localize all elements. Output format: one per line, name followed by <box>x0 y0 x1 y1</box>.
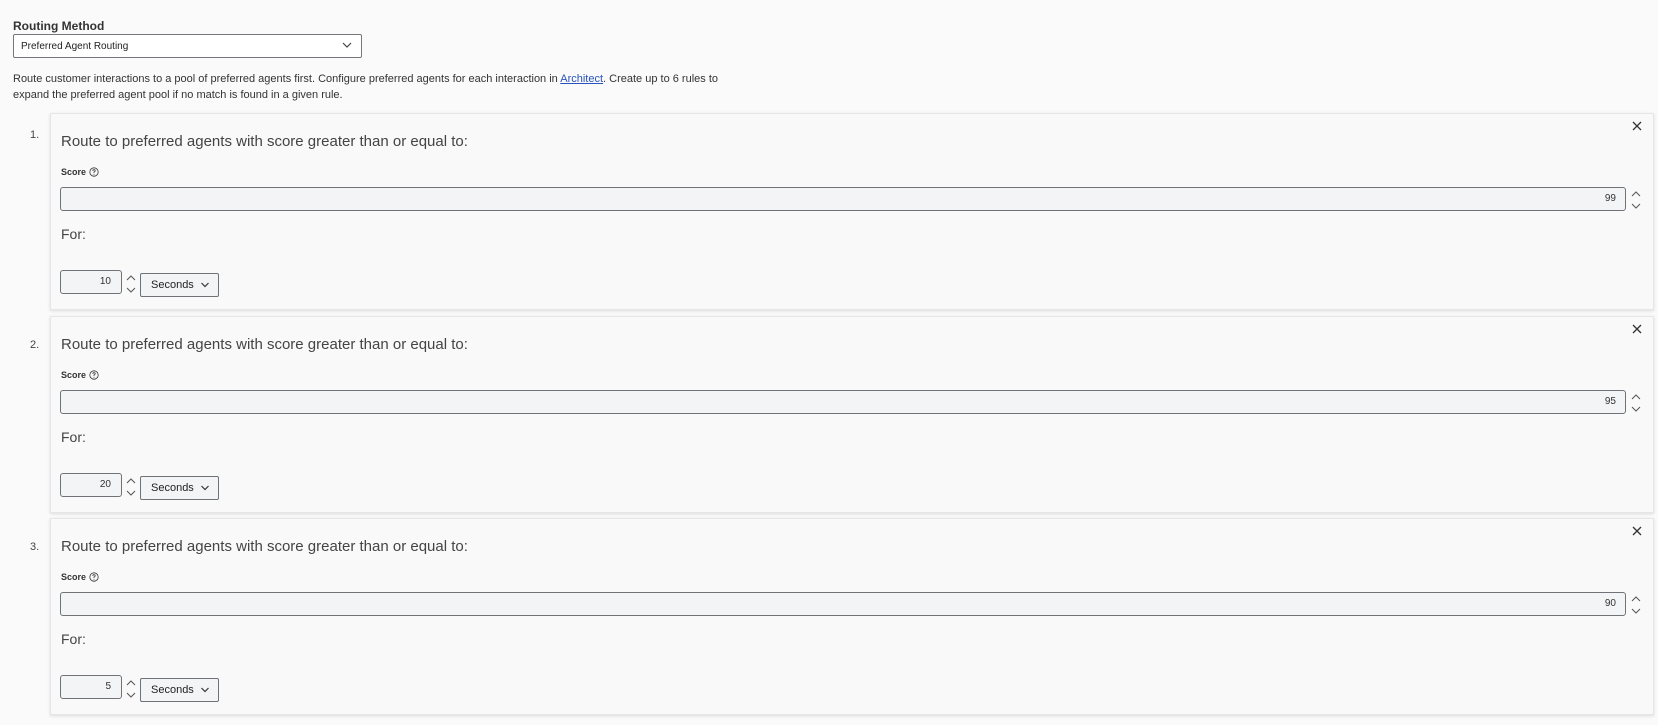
close-icon[interactable] <box>1631 323 1643 335</box>
rule-card: Route to preferred agents with score gre… <box>50 518 1654 715</box>
routing-method-select[interactable]: Preferred Agent Routing <box>13 34 362 58</box>
close-icon[interactable] <box>1631 120 1643 132</box>
for-label: For: <box>61 631 86 647</box>
architect-link[interactable]: Architect <box>560 73 603 85</box>
help-icon[interactable] <box>89 370 99 380</box>
time-unit-select[interactable]: Seconds <box>140 273 219 297</box>
time-unit-select[interactable]: Seconds <box>140 678 219 702</box>
for-label: For: <box>61 226 86 242</box>
time-unit-select[interactable]: Seconds <box>140 476 219 500</box>
spinner-arrows-icon[interactable] <box>125 678 137 700</box>
time-unit-value: Seconds <box>151 684 194 696</box>
rule-number: 3. <box>30 541 40 553</box>
routing-method-label: Routing Method <box>13 19 105 33</box>
time-unit-value: Seconds <box>151 482 194 494</box>
score-label: Score <box>61 572 87 582</box>
chevron-down-icon <box>201 687 209 693</box>
duration-input[interactable]: 5 <box>60 675 122 699</box>
rule-card: Route to preferred agents with score gre… <box>50 316 1654 513</box>
spinner-arrows-icon[interactable] <box>1630 189 1642 211</box>
score-label-group: Score <box>61 167 99 177</box>
rule-title: Route to preferred agents with score gre… <box>61 538 468 555</box>
routing-description: Route customer interactions to a pool of… <box>13 71 743 103</box>
score-label: Score <box>61 167 87 177</box>
description-text: Route customer interactions to a pool of… <box>13 73 561 85</box>
score-label-group: Score <box>61 572 99 582</box>
score-input[interactable]: 99 <box>60 187 1626 211</box>
spinner-arrows-icon[interactable] <box>125 476 137 498</box>
rule-card: Route to preferred agents with score gre… <box>50 113 1654 310</box>
spinner-arrows-icon[interactable] <box>125 273 137 295</box>
rule-title: Route to preferred agents with score gre… <box>61 133 468 150</box>
chevron-down-icon <box>342 42 352 48</box>
help-icon[interactable] <box>89 167 99 177</box>
score-label: Score <box>61 370 87 380</box>
score-input[interactable]: 95 <box>60 390 1626 414</box>
duration-input[interactable]: 10 <box>60 270 122 294</box>
rule-title: Route to preferred agents with score gre… <box>61 336 468 353</box>
spinner-arrows-icon[interactable] <box>1630 392 1642 414</box>
spinner-arrows-icon[interactable] <box>1630 594 1642 616</box>
for-label: For: <box>61 429 86 445</box>
time-unit-value: Seconds <box>151 279 194 291</box>
chevron-down-icon <box>201 485 209 491</box>
rule-number: 2. <box>30 339 40 351</box>
help-icon[interactable] <box>89 572 99 582</box>
score-label-group: Score <box>61 370 99 380</box>
routing-method-value: Preferred Agent Routing <box>21 40 129 52</box>
score-input[interactable]: 90 <box>60 592 1626 616</box>
close-icon[interactable] <box>1631 525 1643 537</box>
duration-input[interactable]: 20 <box>60 473 122 497</box>
chevron-down-icon <box>201 282 209 288</box>
rule-number: 1. <box>30 129 40 141</box>
